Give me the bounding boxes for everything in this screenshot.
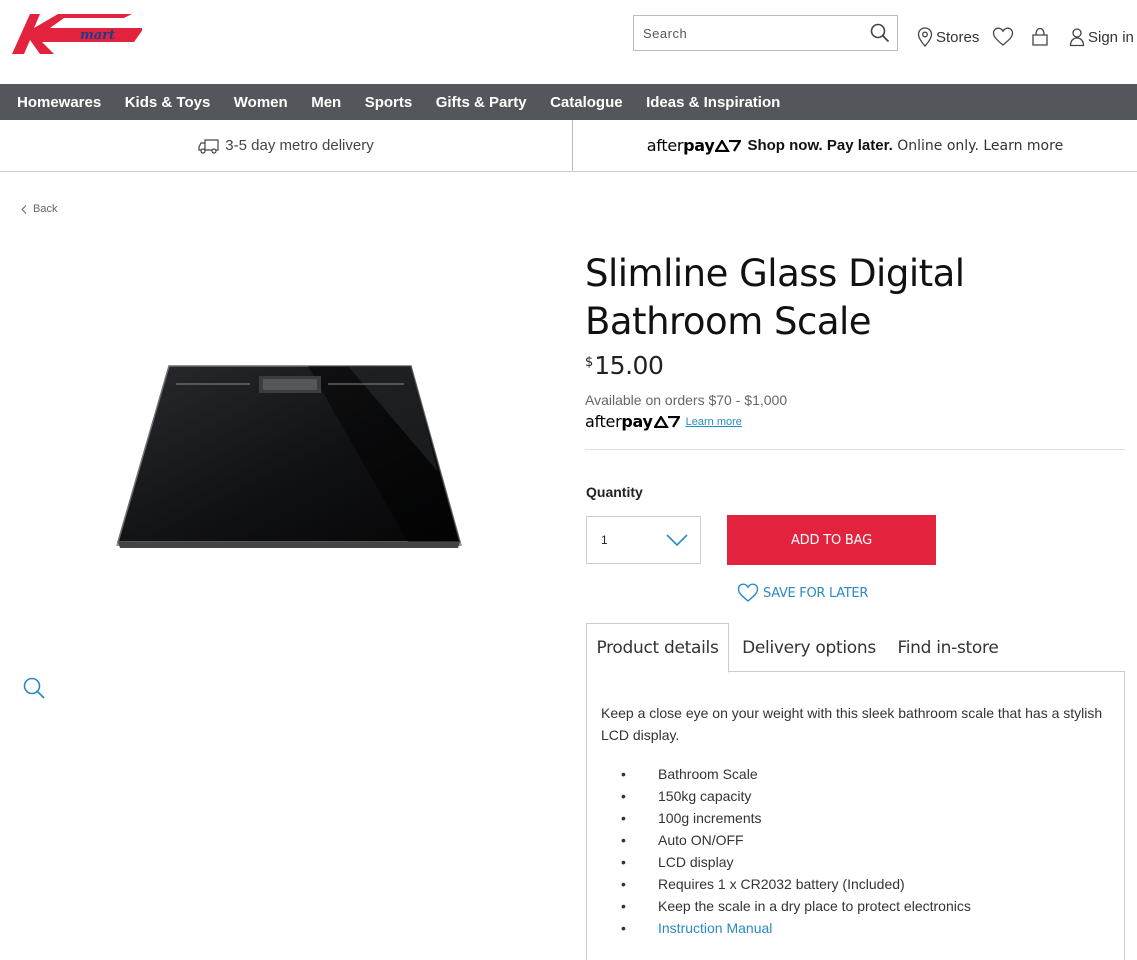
stores-label: Stores <box>936 28 980 46</box>
afterpay-icon <box>715 139 742 152</box>
search-button[interactable] <box>863 16 897 50</box>
feature-item: Keep the scale in a dry place to protect… <box>601 895 971 917</box>
shop-now-text: Shop now. Pay later. <box>747 137 893 154</box>
feature-item: 100g increments <box>601 807 971 829</box>
search-icon <box>870 23 890 43</box>
product-image[interactable] <box>108 362 470 558</box>
price-amount: 15.00 <box>594 351 664 380</box>
tab-product-details[interactable]: Product details <box>586 623 729 673</box>
afterpay-row: after pay Learn more <box>585 412 742 431</box>
tab-delivery-options[interactable]: Delivery options <box>729 623 889 672</box>
svg-text:mart: mart <box>80 28 115 43</box>
nav-item-kids-toys[interactable]: Kids & Toys <box>125 94 211 111</box>
save-for-later-button[interactable]: SAVE FOR LATER <box>737 583 868 603</box>
chevron-left-icon <box>21 204 27 214</box>
feature-item: 150kg capacity <box>601 785 971 807</box>
online-only-text: Online only. Learn more <box>892 137 1064 154</box>
price-currency: $ <box>585 355 594 370</box>
afterpay-logo: after pay <box>647 136 742 155</box>
promo-bar: 3-5 day metro delivery after pay Shop now… <box>0 120 1137 172</box>
delivery-text: 3-5 day metro delivery <box>225 137 374 154</box>
chevron-down-icon <box>666 534 688 546</box>
divider <box>585 449 1125 450</box>
nav-item-ideas-inspiration[interactable]: Ideas & Inspiration <box>646 94 780 111</box>
feature-item: Requires 1 x CR2032 battery (Included) <box>601 873 971 895</box>
stores-link[interactable]: Stores <box>917 24 979 50</box>
afterpay-icon <box>653 415 680 428</box>
quantity-label: Quantity <box>586 484 643 500</box>
nav-item-men[interactable]: Men <box>311 94 341 111</box>
feature-item: Bathroom Scale <box>601 763 971 785</box>
kmart-logo[interactable]: mart <box>12 14 142 56</box>
tab-find-in-store[interactable]: Find in-store <box>889 623 1007 672</box>
product-details-panel: Keep a close eye on your weight with thi… <box>586 671 1125 960</box>
product-price: $ 15.00 <box>585 351 664 380</box>
afterpay-promo[interactable]: after pay Shop now. Pay later. Online onl… <box>573 120 1137 171</box>
user-icon <box>1069 27 1085 47</box>
truck-icon <box>198 138 222 154</box>
heart-icon <box>737 583 759 602</box>
bag-button[interactable] <box>1031 24 1049 50</box>
feature-list: Bathroom Scale 150kg capacity 100g incre… <box>601 763 971 939</box>
heart-icon <box>992 27 1014 47</box>
product-title: Slimline Glass Digital Bathroom Scale <box>585 252 965 343</box>
product-tabs: Product details Delivery options Find in… <box>586 623 1125 673</box>
main-nav: Homewares Kids & Toys Women Men Sports G… <box>0 84 1137 120</box>
afterpay-availability: Available on orders $70 - $1,000 <box>585 392 788 408</box>
afterpay-logo: after pay <box>585 412 680 431</box>
feature-item: LCD display <box>601 851 971 873</box>
feature-item: Auto ON/OFF <box>601 829 971 851</box>
afterpay-learn-more-link[interactable]: Learn more <box>686 416 742 428</box>
search-input[interactable] <box>634 16 863 50</box>
product-description: Keep a close eye on your weight with thi… <box>601 705 1103 743</box>
back-label: Back <box>33 203 58 215</box>
bag-icon <box>1031 27 1049 47</box>
sign-in-link[interactable]: Sign in <box>1069 24 1134 50</box>
back-link[interactable]: Back <box>21 203 57 215</box>
quantity-value: 1 <box>601 533 608 547</box>
nav-item-homewares[interactable]: Homewares <box>17 94 101 111</box>
search-field <box>633 15 898 51</box>
delivery-promo[interactable]: 3-5 day metro delivery <box>0 120 573 171</box>
instruction-manual-link[interactable]: Instruction Manual <box>601 917 971 939</box>
zoom-button[interactable] <box>22 676 46 700</box>
quantity-select[interactable]: 1 <box>586 516 701 564</box>
zoom-icon <box>23 677 45 699</box>
wishlist-button[interactable] <box>992 24 1014 50</box>
nav-item-women[interactable]: Women <box>234 94 288 111</box>
save-for-later-label: SAVE FOR LATER <box>763 585 869 601</box>
sign-in-label: Sign in <box>1088 28 1134 46</box>
add-to-bag-button[interactable]: ADD TO BAG <box>727 515 936 565</box>
nav-item-catalogue[interactable]: Catalogue <box>550 94 623 111</box>
nav-item-gifts-party[interactable]: Gifts & Party <box>436 94 527 111</box>
nav-item-sports[interactable]: Sports <box>365 94 413 111</box>
location-pin-icon <box>917 27 933 47</box>
site-header: mart Stores Sign in <box>0 0 1137 84</box>
